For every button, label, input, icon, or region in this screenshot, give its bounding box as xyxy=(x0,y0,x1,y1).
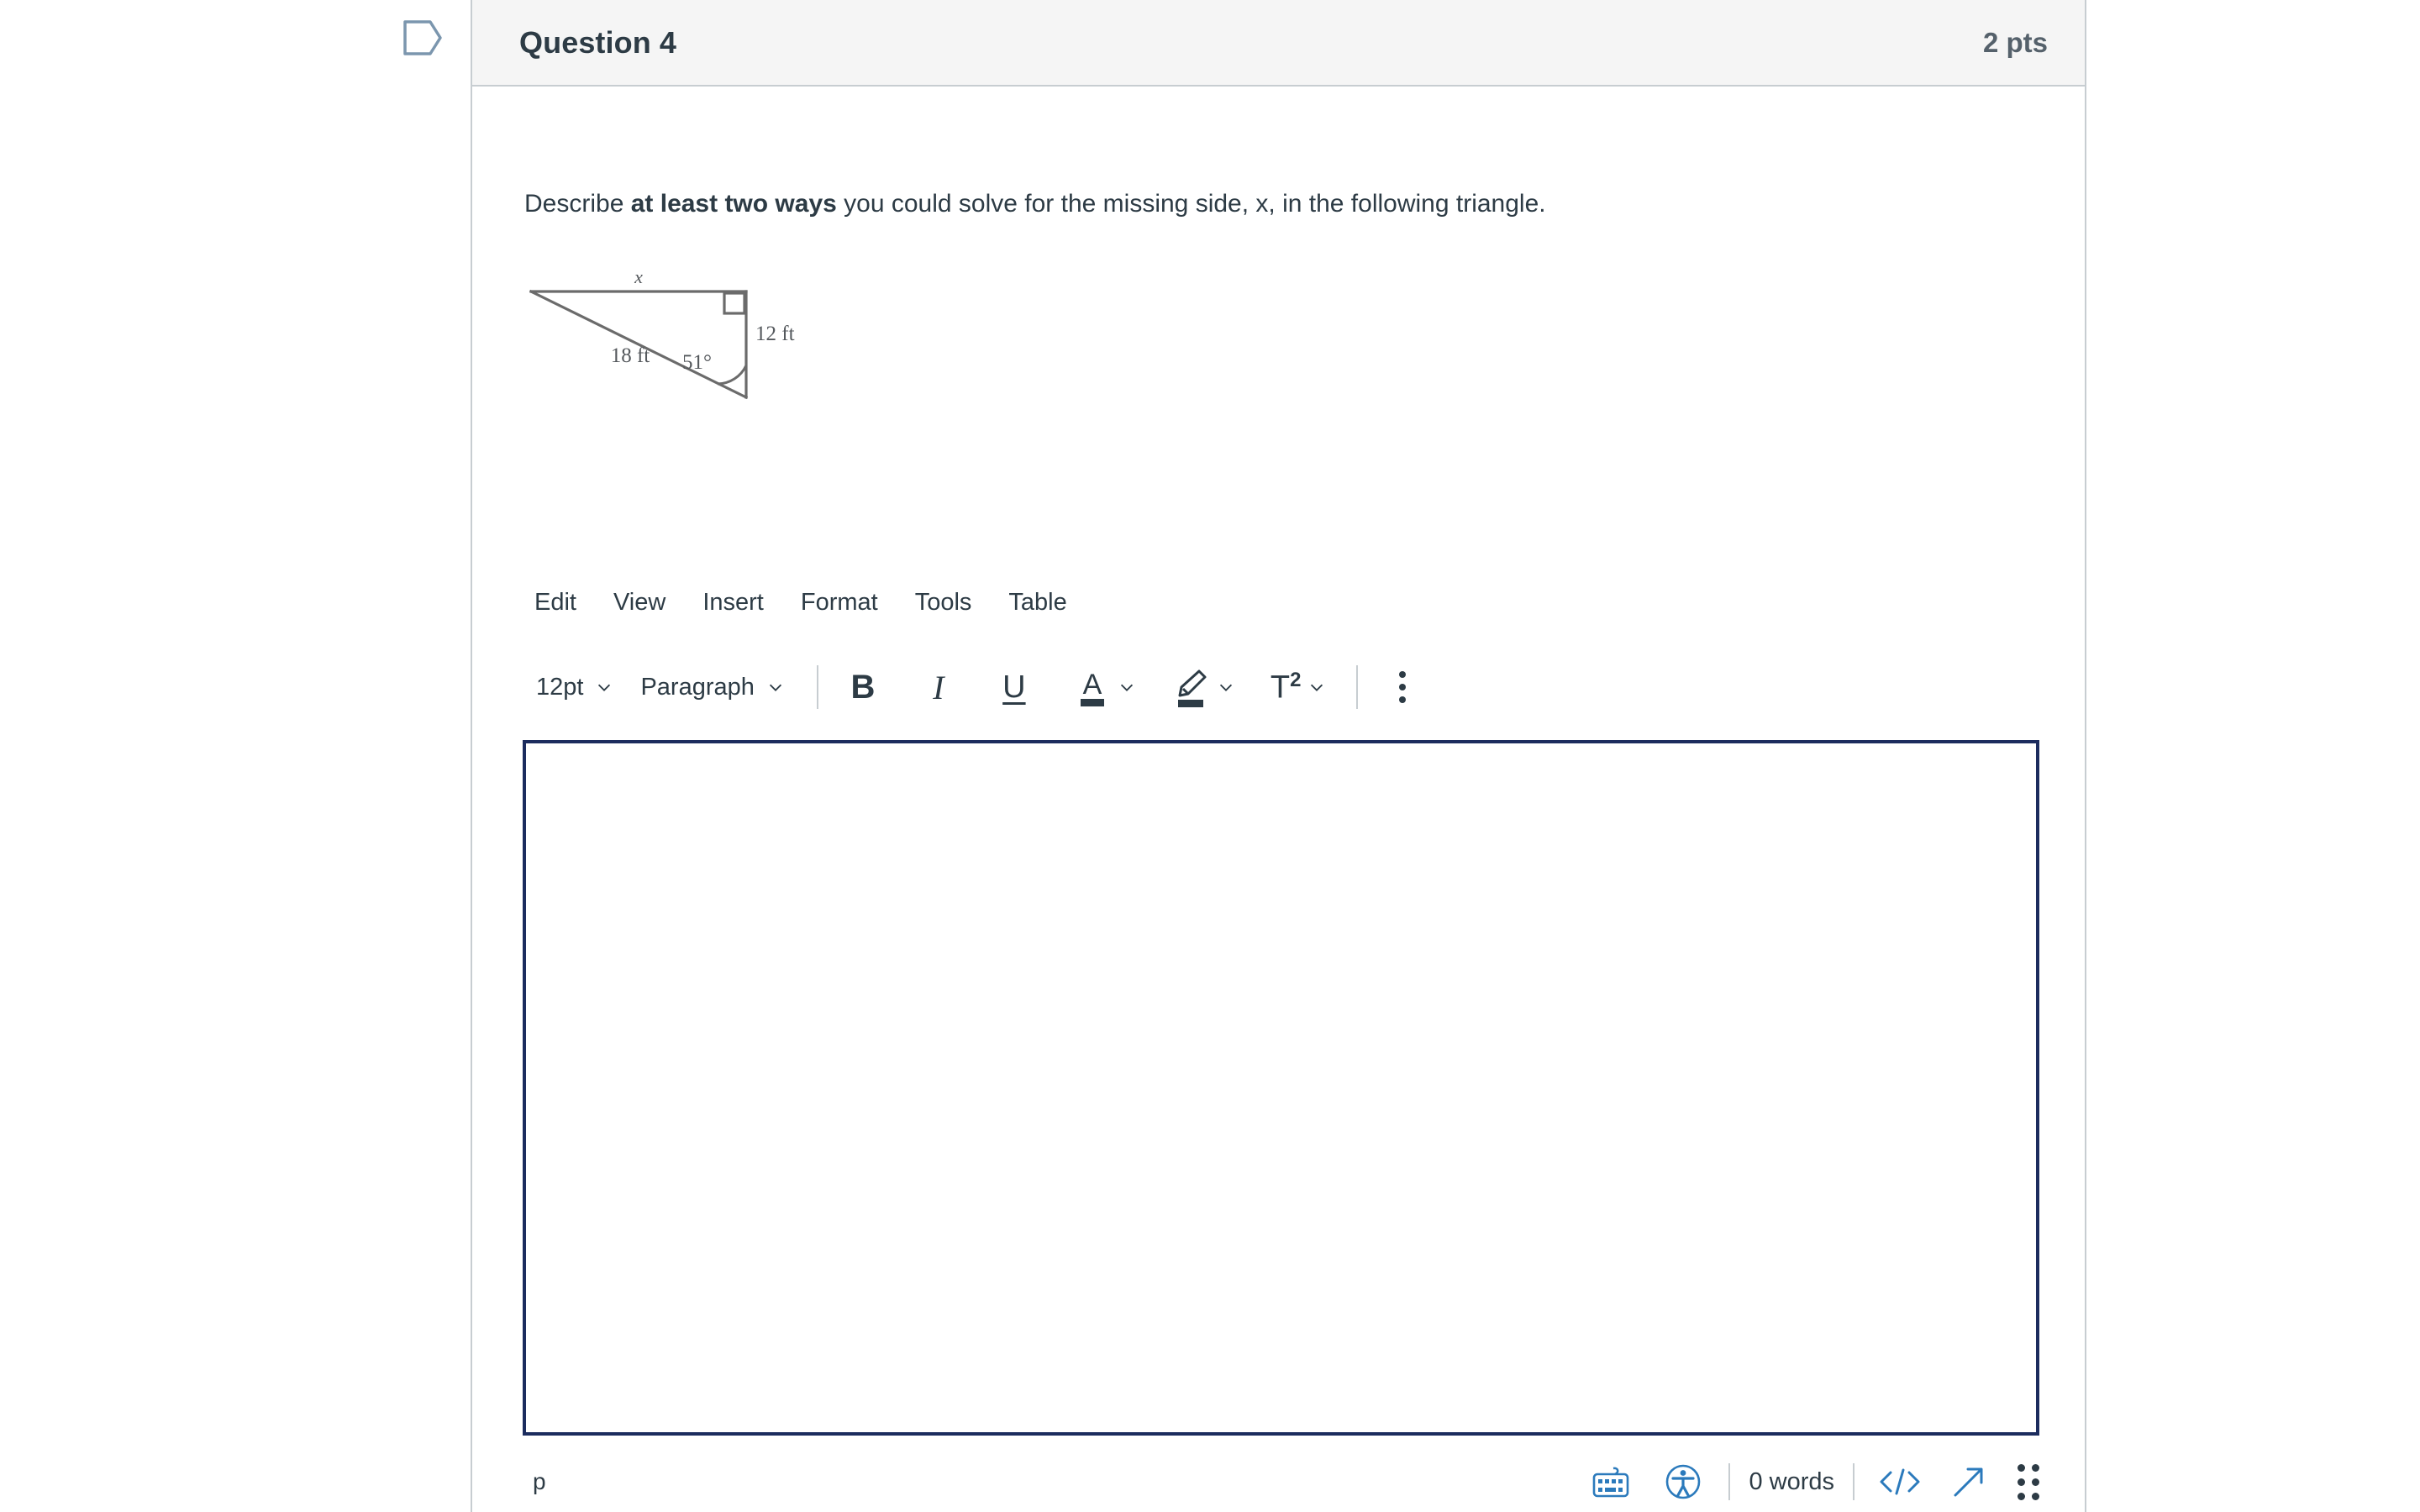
grip-dot xyxy=(2018,1478,2025,1486)
highlighter-icon xyxy=(1177,669,1207,707)
menu-item-insert[interactable]: Insert xyxy=(684,584,782,622)
bold-glyph: B xyxy=(850,668,876,706)
status-separator-2 xyxy=(1853,1463,1854,1500)
question-flag-icon-holder[interactable] xyxy=(402,17,445,59)
word-count[interactable]: 0 words xyxy=(1749,1468,1834,1496)
menu-item-table[interactable]: Table xyxy=(990,584,1085,622)
grip-dot xyxy=(2032,1463,2039,1472)
highlight-color-button[interactable] xyxy=(1166,665,1240,709)
superscript-base: T xyxy=(1270,669,1291,706)
prompt-text-trailing: you could solve for the missing side, x,… xyxy=(836,190,1546,218)
superscript-glyph: T2 xyxy=(1270,669,1302,706)
label-top-side: x xyxy=(634,270,643,287)
grip-dot xyxy=(2018,1463,2025,1472)
accessibility-checker-button[interactable] xyxy=(1656,1457,1710,1506)
grip-dot xyxy=(2018,1492,2025,1500)
prompt-text-leading: Describe xyxy=(524,190,631,218)
label-hypotenuse: 18 ft xyxy=(611,344,650,367)
menu-item-edit[interactable]: Edit xyxy=(523,584,595,622)
svg-text:A: A xyxy=(1083,669,1102,701)
bold-button[interactable]: B xyxy=(837,664,889,711)
chevron-down-icon xyxy=(1219,684,1232,691)
text-color-button[interactable]: A xyxy=(1069,665,1141,709)
kebab-dot xyxy=(1399,684,1407,690)
question-body: Describe at least two ways you could sol… xyxy=(472,87,2085,1512)
kebab-dot xyxy=(1399,696,1407,703)
status-separator-1 xyxy=(1728,1463,1731,1500)
editor-menubar: Edit View Insert Format Tools Table xyxy=(523,584,1086,622)
italic-glyph: I xyxy=(933,668,944,706)
prompt-text-emphasis: at least two ways xyxy=(630,190,837,218)
editor-resize-handle[interactable] xyxy=(2018,1463,2039,1500)
menu-item-view[interactable]: View xyxy=(595,584,684,622)
grip-dot xyxy=(2032,1478,2039,1486)
toolbar-separator-2 xyxy=(1356,665,1359,709)
chevron-down-icon xyxy=(1311,684,1323,691)
editor-status-bar: p 0 words xyxy=(523,1454,2039,1509)
superscript-exponent: 2 xyxy=(1290,668,1302,691)
editor-toolbar: 12pt Paragraph B I U A T2 xyxy=(523,661,1428,713)
font-size-select[interactable]: 12pt xyxy=(523,667,627,708)
status-bar-right-group: 0 words xyxy=(1584,1457,2039,1506)
italic-button[interactable]: I xyxy=(913,664,965,711)
superscript-subscript-button[interactable]: T2 xyxy=(1265,669,1332,706)
question-title: Question 4 xyxy=(519,24,677,60)
accessibility-checker-icon xyxy=(1666,1464,1701,1499)
label-angle: 51° xyxy=(682,351,712,374)
fullscreen-button[interactable] xyxy=(1942,1457,1996,1506)
question-container: Question 4 2 pts Describe at least two w… xyxy=(471,0,2086,1512)
grip-dot xyxy=(2032,1492,2039,1500)
underline-glyph: U xyxy=(1002,669,1026,705)
keyboard-shortcuts-button[interactable] xyxy=(1584,1457,1638,1506)
question-header: Question 4 2 pts xyxy=(472,0,2085,87)
text-color-icon: A xyxy=(1080,669,1104,706)
menu-item-format[interactable]: Format xyxy=(782,584,897,622)
rich-text-editor-area[interactable] xyxy=(523,740,2039,1436)
menu-item-tools[interactable]: Tools xyxy=(897,584,991,622)
kebab-dot xyxy=(1399,671,1407,678)
toolbar-separator-1 xyxy=(816,665,818,709)
chevron-down-icon xyxy=(769,684,781,691)
html-editor-button[interactable] xyxy=(1873,1457,1927,1506)
font-size-value: 12pt xyxy=(536,673,584,701)
chevron-down-icon xyxy=(598,684,611,691)
element-path[interactable]: p xyxy=(523,1468,546,1495)
bookmark-flag-icon[interactable] xyxy=(402,17,445,59)
more-options-button[interactable] xyxy=(1376,664,1428,711)
question-points: 2 pts xyxy=(1982,26,2048,58)
label-right-side: 12 ft xyxy=(755,323,795,345)
chevron-down-icon xyxy=(1120,684,1133,691)
block-format-select[interactable]: Paragraph xyxy=(627,667,797,708)
triangle-diagram-svg: x 18 ft 12 ft 51° xyxy=(523,270,1027,438)
underline-button[interactable]: U xyxy=(988,664,1040,711)
question-prompt: Describe at least two ways you could sol… xyxy=(524,186,1546,223)
expand-arrow-icon xyxy=(1954,1467,1983,1497)
keyboard-shortcuts-icon xyxy=(1593,1467,1629,1498)
triangle-figure: x 18 ft 12 ft 51° xyxy=(523,270,1027,438)
block-format-value: Paragraph xyxy=(640,673,755,701)
html-code-icon xyxy=(1880,1468,1920,1495)
